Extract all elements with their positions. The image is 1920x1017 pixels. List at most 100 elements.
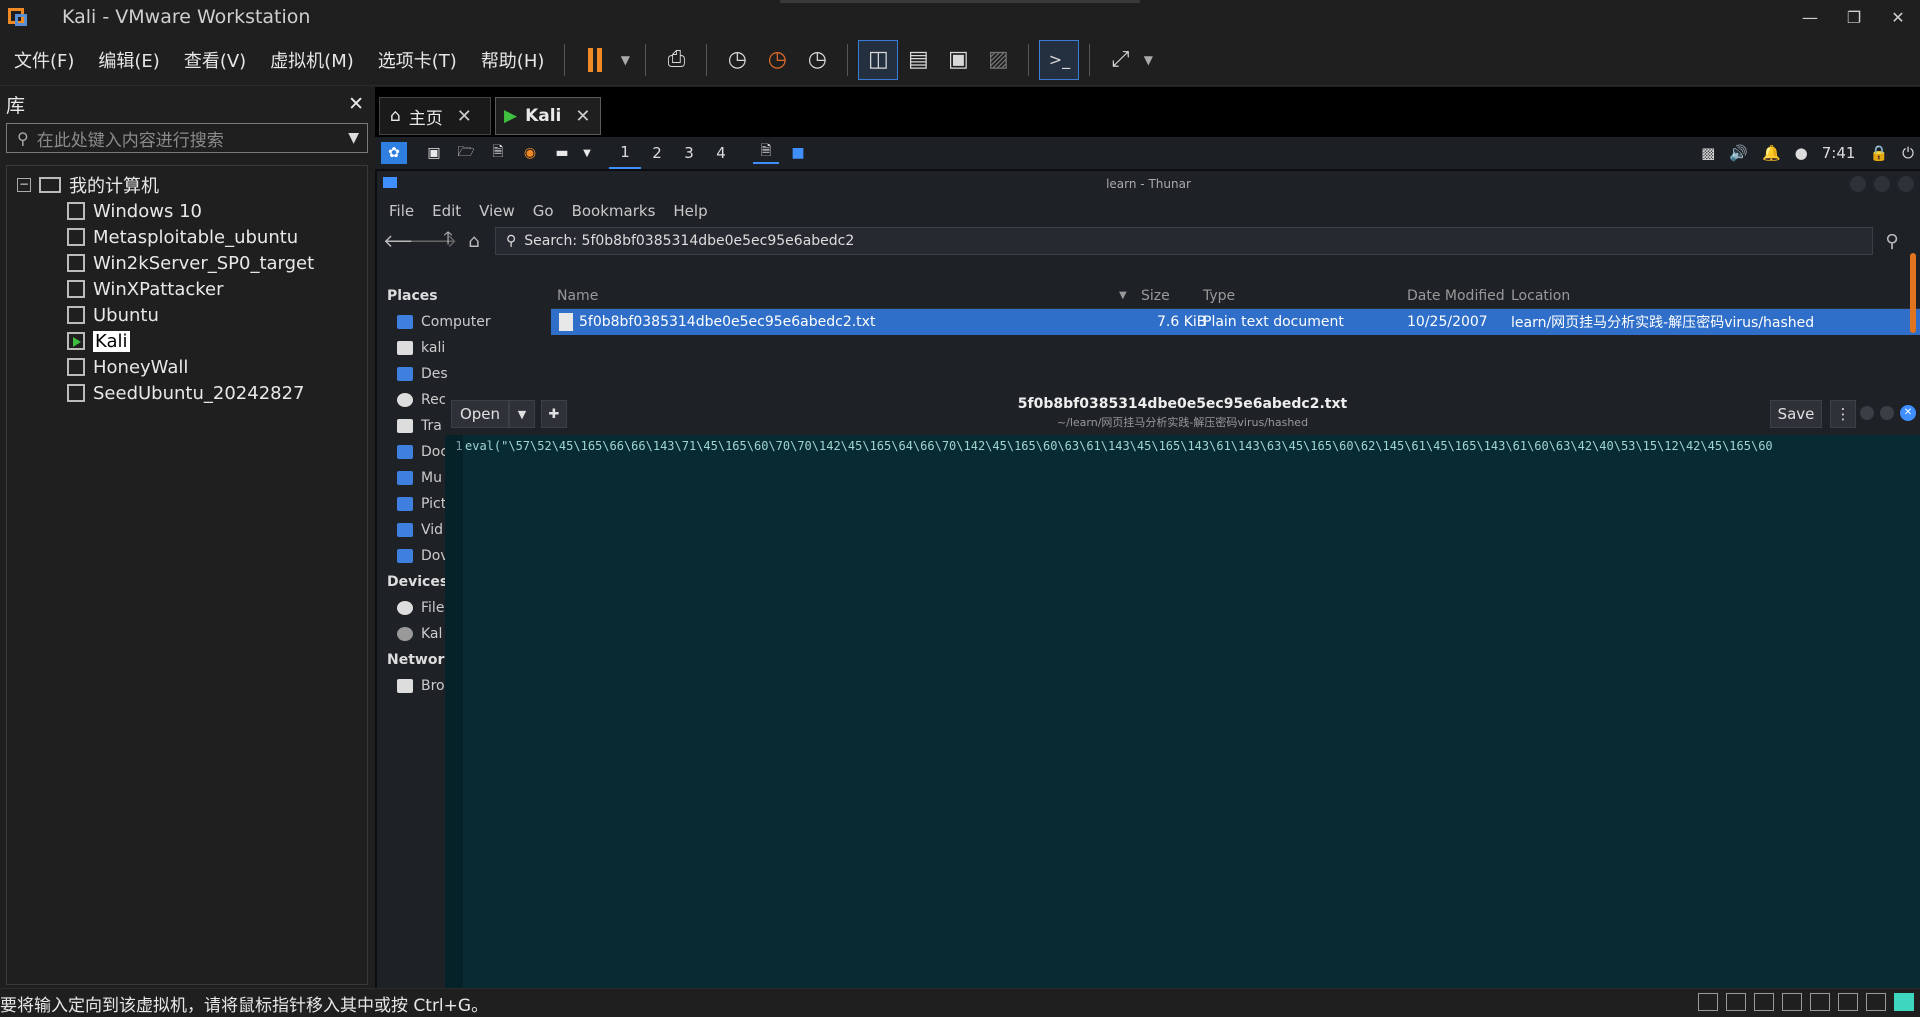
close-button[interactable]: ✕	[1876, 0, 1920, 34]
top-drag-strip[interactable]	[780, 0, 1140, 3]
forward-icon[interactable]: 🡒	[409, 231, 457, 252]
display-icon[interactable]	[1866, 993, 1886, 1011]
menu-file[interactable]: 文件(F)	[4, 47, 84, 73]
thunar-menu-help[interactable]: Help	[673, 202, 707, 220]
tree-item-honeywall[interactable]: HoneyWall	[7, 354, 367, 380]
network-icon[interactable]: ●	[1795, 144, 1808, 162]
kali-menu-icon[interactable]: ✿	[381, 142, 407, 164]
menu-edit[interactable]: 编辑(E)	[88, 47, 169, 73]
restore-button[interactable]: ❐	[1832, 0, 1876, 34]
minimize-button[interactable]: —	[1788, 0, 1832, 34]
hard-disk-icon[interactable]	[1698, 993, 1718, 1011]
text-editor-icon[interactable]: 🗎	[485, 142, 511, 164]
network-adapter-icon[interactable]	[1754, 993, 1774, 1011]
place-desktop[interactable]: Des	[377, 361, 549, 387]
revert-snapshot-icon[interactable]: ◷	[757, 40, 797, 80]
thumbnail-bar-icon[interactable]: ▤	[898, 40, 938, 80]
console-view-icon[interactable]: >_	[1039, 39, 1080, 80]
file-row[interactable]: 5f0b8bf0385314dbe0e5ec95e6abedc2.txt 7.6…	[551, 309, 1920, 335]
thunar-menu-go[interactable]: Go	[533, 202, 554, 220]
menu-view[interactable]: 查看(V)	[174, 47, 256, 73]
workspace-4[interactable]: 4	[705, 137, 737, 169]
home-icon[interactable]: ⌂	[461, 231, 487, 252]
maximize-icon[interactable]	[1874, 176, 1890, 192]
unity-icon[interactable]: ▨	[978, 40, 1018, 80]
close-tab-icon[interactable]: ✕	[457, 106, 472, 127]
tab-kali[interactable]: ▶ Kali ✕	[495, 97, 601, 135]
stretch-dropdown-icon[interactable]: ▼	[1140, 40, 1156, 80]
place-computer[interactable]: Computer	[377, 309, 549, 335]
terminal-dropdown-icon[interactable]: ▼	[581, 142, 593, 164]
terminal-icon[interactable]: ▬	[549, 142, 575, 164]
column-location[interactable]: Location	[1511, 288, 1570, 304]
firefox-icon[interactable]: ◉	[517, 142, 543, 164]
menu-icon[interactable]: ⋮	[1830, 400, 1856, 428]
snapshot-icon[interactable]: ◷	[717, 40, 757, 80]
tree-item-seedubuntu[interactable]: SeedUbuntu_20242827	[7, 380, 367, 406]
code-line[interactable]: eval("\57\52\45\165\66\66\143\71\45\165\…	[465, 439, 1920, 453]
pause-button[interactable]	[575, 40, 615, 80]
thunar-menu-edit[interactable]: Edit	[432, 202, 461, 220]
clock[interactable]: 7:41	[1822, 144, 1856, 162]
lock-icon[interactable]: 🔒	[1869, 144, 1888, 162]
tab-home[interactable]: ⌂ 主页 ✕	[379, 97, 491, 135]
up-icon[interactable]: 🡑	[435, 226, 461, 256]
place-home[interactable]: kali	[377, 335, 549, 361]
library-close-icon[interactable]: ✕	[348, 93, 364, 115]
close-icon[interactable]	[1898, 176, 1914, 192]
notification-icon[interactable]: 🔔	[1762, 144, 1781, 162]
location-search-field[interactable]: ⚲ Search: 5f0b8bf0385314dbe0e5ec95e6abed…	[495, 227, 1873, 255]
save-button[interactable]: Save	[1770, 400, 1822, 428]
back-icon[interactable]: 🡐	[383, 231, 431, 252]
message-icon[interactable]	[1894, 993, 1914, 1011]
workspace-1[interactable]: 1	[609, 137, 641, 169]
maximize-icon[interactable]	[1880, 406, 1894, 420]
column-date[interactable]: Date Modified	[1407, 288, 1505, 304]
thunar-menu-file[interactable]: File	[389, 202, 414, 220]
thunar-menu-view[interactable]: View	[479, 202, 515, 220]
library-search[interactable]: ⚲ 在此处键入内容进行搜索 ▼	[6, 123, 368, 153]
editor-body[interactable]: 1 eval("\57\52\45\165\66\66\143\71\45\16…	[445, 435, 1920, 988]
taskbar-thunar-icon[interactable]: ■	[785, 142, 811, 164]
snapshot-manager-icon[interactable]: ◷	[797, 40, 837, 80]
menu-tabs[interactable]: 选项卡(T)	[368, 47, 467, 73]
show-desktop-icon[interactable]: ▣	[421, 142, 447, 164]
sound-icon[interactable]	[1838, 993, 1858, 1011]
close-tab-icon[interactable]: ✕	[575, 106, 590, 127]
workspace-2[interactable]: 2	[641, 137, 673, 169]
tree-item-win2kserver[interactable]: Win2kServer_SP0_target	[7, 250, 367, 276]
menu-vm[interactable]: 虚拟机(M)	[260, 47, 364, 73]
sort-icon[interactable]: ▼	[1119, 290, 1127, 301]
collapse-icon[interactable]: −	[17, 178, 31, 192]
search-input[interactable]: 在此处键入内容进行搜索	[37, 126, 224, 151]
tree-root[interactable]: − 我的计算机	[7, 172, 367, 198]
workspace-3[interactable]: 3	[673, 137, 705, 169]
usb-icon[interactable]	[1782, 993, 1802, 1011]
screen-icon[interactable]: ▩	[1701, 144, 1715, 162]
column-type[interactable]: Type	[1203, 288, 1235, 304]
column-name[interactable]: Name	[557, 288, 598, 304]
guest-screen[interactable]: ✿ ▣ 🗁 🗎 ◉ ▬ ▼ 1 2 3 4 🗎 ■ ▩ 🔊 🔔 ● 7:41 🔒…	[375, 137, 1920, 988]
search-toggle-icon[interactable]: ⚲	[1879, 231, 1905, 252]
column-size[interactable]: Size	[1141, 288, 1170, 304]
show-library-icon[interactable]: ◫	[858, 39, 899, 80]
pause-dropdown-icon[interactable]: ▼	[615, 40, 635, 80]
search-dropdown-icon[interactable]: ▼	[348, 130, 359, 146]
tree-item-metasploitable[interactable]: Metasploitable_ubuntu	[7, 224, 367, 250]
close-icon[interactable]: ✕	[1900, 405, 1916, 421]
printer-icon[interactable]	[1810, 993, 1830, 1011]
menu-help[interactable]: 帮助(H)	[471, 47, 555, 73]
tree-item-winxpattacker[interactable]: WinXPattacker	[7, 276, 367, 302]
thunar-menu-bookmarks[interactable]: Bookmarks	[572, 202, 656, 220]
minimize-icon[interactable]	[1850, 176, 1866, 192]
power-icon[interactable]: ⏻	[1902, 144, 1914, 162]
file-manager-icon[interactable]: 🗁	[453, 142, 479, 164]
tree-item-ubuntu[interactable]: Ubuntu	[7, 302, 367, 328]
tree-item-windows10[interactable]: Windows 10	[7, 198, 367, 224]
volume-icon[interactable]: 🔊	[1729, 144, 1748, 162]
tree-item-kali[interactable]: Kali	[7, 328, 367, 354]
scrollbar[interactable]	[1910, 253, 1916, 333]
send-ctrl-alt-del-icon[interactable]: ⎙	[656, 40, 696, 80]
stretch-guest-icon[interactable]: ⤢	[1100, 40, 1140, 80]
cd-rom-icon[interactable]	[1726, 993, 1746, 1011]
